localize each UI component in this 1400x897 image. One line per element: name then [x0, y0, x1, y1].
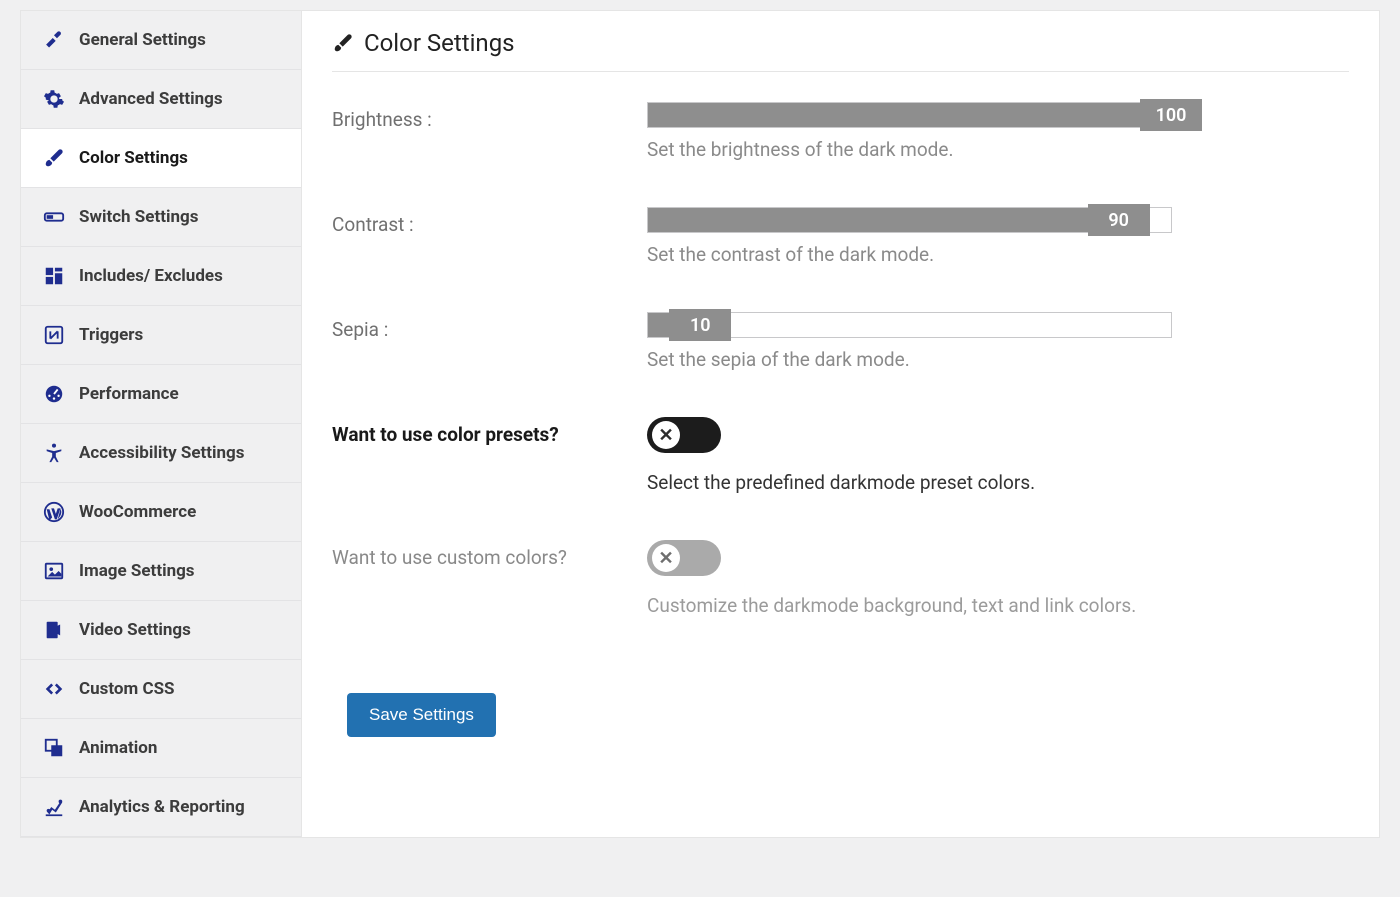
slider-fill-contrast — [648, 208, 1119, 232]
trigger-icon — [43, 324, 65, 346]
control-presets: ✕ Select the predefined darkmode preset … — [647, 417, 1327, 494]
sidebar-item-performance[interactable]: Performance — [21, 365, 301, 424]
sidebar-item-analytics-reporting[interactable]: Analytics & Reporting — [21, 778, 301, 837]
toggle-presets[interactable]: ✕ — [647, 417, 721, 453]
slider-handle-sepia[interactable]: 10 — [669, 309, 731, 341]
sidebar-item-label: Image Settings — [79, 561, 279, 581]
sidebar-item-woocommerce[interactable]: WooCommerce — [21, 483, 301, 542]
sidebar-item-general-settings[interactable]: General Settings — [21, 11, 301, 70]
page-header: Color Settings — [332, 29, 1349, 72]
sidebar-item-label: Animation — [79, 738, 279, 758]
sidebar-item-includes-excludes[interactable]: Includes/ Excludes — [21, 247, 301, 306]
sidebar-item-label: Advanced Settings — [79, 89, 279, 109]
row-sepia: Sepia : 10 Set the sepia of the dark mod… — [332, 312, 1349, 371]
sidebar-item-video-settings[interactable]: Video Settings — [21, 601, 301, 660]
sidebar-item-label: Video Settings — [79, 620, 279, 640]
slider-handle-brightness[interactable]: 100 — [1140, 99, 1202, 131]
sidebar-item-accessibility-settings[interactable]: Accessibility Settings — [21, 424, 301, 483]
label-contrast: Contrast : — [332, 207, 647, 236]
settings-form: Brightness : 100 Set the brightness of t… — [332, 102, 1349, 737]
sidebar-item-label: Triggers — [79, 325, 279, 345]
video-icon — [43, 619, 65, 641]
wordpress-icon — [43, 501, 65, 523]
row-brightness: Brightness : 100 Set the brightness of t… — [332, 102, 1349, 161]
control-custom-colors: ✕ Customize the darkmode background, tex… — [647, 540, 1327, 617]
gauge-icon — [43, 383, 65, 405]
slider-sepia[interactable]: 10 — [647, 312, 1172, 338]
sidebar-item-animation[interactable]: Animation — [21, 719, 301, 778]
help-custom-colors: Customize the darkmode background, text … — [647, 594, 1327, 617]
brush-icon — [43, 147, 65, 169]
help-presets: Select the predefined darkmode preset co… — [647, 471, 1327, 494]
control-contrast: 90 Set the contrast of the dark mode. — [647, 207, 1327, 266]
sidebar-item-advanced-settings[interactable]: Advanced Settings — [21, 70, 301, 129]
slider-handle-contrast[interactable]: 90 — [1088, 204, 1150, 236]
control-brightness: 100 Set the brightness of the dark mode. — [647, 102, 1327, 161]
main-panel: Color Settings Brightness : 100 Set the … — [301, 11, 1379, 837]
sidebar-item-label: Accessibility Settings — [79, 443, 279, 463]
sidebar-item-color-settings[interactable]: Color Settings — [21, 129, 301, 188]
sidebar-item-label: WooCommerce — [79, 502, 279, 522]
animation-icon — [43, 737, 65, 759]
toggle-custom-colors[interactable]: ✕ — [647, 540, 721, 576]
sidebar-item-triggers[interactable]: Triggers — [21, 306, 301, 365]
label-presets: Want to use color presets? — [332, 417, 647, 446]
sidebar-item-label: Includes/ Excludes — [79, 266, 279, 286]
label-sepia: Sepia : — [332, 312, 647, 341]
sidebar-item-label: Custom CSS — [79, 679, 279, 699]
sidebar-item-label: Color Settings — [79, 148, 279, 168]
app-root: General Settings Advanced Settings Color S… — [20, 10, 1380, 838]
save-settings-button[interactable]: Save Settings — [347, 693, 496, 737]
slider-fill-brightness — [648, 103, 1171, 127]
sidebar-item-label: Analytics & Reporting — [79, 797, 279, 817]
help-sepia: Set the sepia of the dark mode. — [647, 348, 1327, 371]
sidebar-item-label: Switch Settings — [79, 207, 279, 227]
slider-contrast[interactable]: 90 — [647, 207, 1172, 233]
control-sepia: 10 Set the sepia of the dark mode. — [647, 312, 1327, 371]
sidebar-item-custom-css[interactable]: Custom CSS — [21, 660, 301, 719]
help-brightness: Set the brightness of the dark mode. — [647, 138, 1327, 161]
sidebar-item-label: General Settings — [79, 30, 279, 50]
sidebar-item-image-settings[interactable]: Image Settings — [21, 542, 301, 601]
label-brightness: Brightness : — [332, 102, 647, 131]
accessibility-icon — [43, 442, 65, 464]
grid-icon — [43, 265, 65, 287]
switch-icon — [43, 206, 65, 228]
row-custom-colors: Want to use custom colors? ✕ Customize t… — [332, 540, 1349, 617]
close-icon: ✕ — [652, 421, 680, 449]
analytics-icon — [43, 796, 65, 818]
brush-icon — [332, 32, 354, 54]
row-presets: Want to use color presets? ✕ Select the … — [332, 417, 1349, 494]
sidebar-item-label: Performance — [79, 384, 279, 404]
image-icon — [43, 560, 65, 582]
settings-sidebar: General Settings Advanced Settings Color S… — [21, 11, 301, 837]
sidebar-item-switch-settings[interactable]: Switch Settings — [21, 188, 301, 247]
label-custom-colors: Want to use custom colors? — [332, 540, 647, 569]
slider-brightness[interactable]: 100 — [647, 102, 1172, 128]
close-icon: ✕ — [652, 544, 680, 572]
code-icon — [43, 678, 65, 700]
gear-icon — [43, 88, 65, 110]
help-contrast: Set the contrast of the dark mode. — [647, 243, 1327, 266]
wrench-icon — [43, 29, 65, 51]
page-title: Color Settings — [364, 29, 515, 57]
row-contrast: Contrast : 90 Set the contrast of the da… — [332, 207, 1349, 266]
